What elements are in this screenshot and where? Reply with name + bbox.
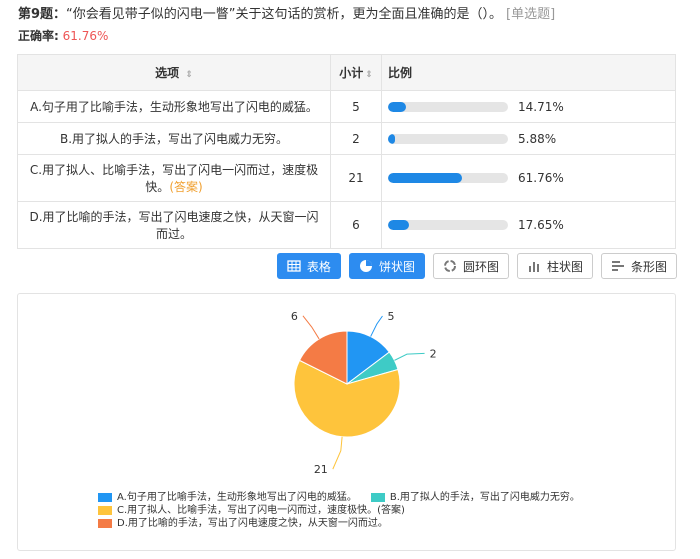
table-row: D.用了比喻的手法，写出了闪电速度之快，从天窗一闪而过。 6 17.65% — [17, 201, 676, 249]
ratio-bar — [388, 220, 508, 231]
legend-item[interactable]: C.用了拟人、比喻手法，写出了闪电一闪而过，速度极快。(答案) — [98, 504, 405, 517]
header-ratio: 比例 — [381, 54, 676, 91]
pie-data-label: 5 — [387, 310, 394, 323]
ratio-bar — [388, 173, 508, 184]
pie-chart-icon — [359, 260, 372, 272]
ratio-cell: 14.71% — [381, 90, 676, 123]
accuracy-value: 61.76% — [62, 29, 109, 43]
ratio-bar — [388, 101, 508, 112]
count-cell: 2 — [330, 122, 382, 155]
legend-swatch — [370, 493, 385, 502]
legend-swatch — [98, 506, 112, 515]
ratio-percent: 14.71% — [518, 99, 564, 114]
pie-chart: 5 2 21 6 — [291, 310, 437, 476]
column-chart-icon — [528, 262, 539, 272]
ratio-cell: 17.65% — [381, 201, 676, 249]
legend-item[interactable]: B.用了拟人的手法，写出了闪电威力无穷。 — [370, 491, 580, 504]
pie-label-line — [394, 352, 425, 361]
legend-item[interactable]: A.句子用了比喻手法，生动形象地写出了闪电的威猛。 — [98, 491, 357, 504]
pie-label-line — [332, 436, 343, 470]
pie-label-line — [302, 315, 320, 340]
answer-tag: (答案) — [169, 180, 203, 194]
ratio-bar-fill — [388, 173, 463, 184]
ratio-percent: 17.65% — [518, 218, 564, 233]
option-cell: D.用了比喻的手法，写出了闪电速度之快，从天窗一闪而过。 — [17, 201, 331, 249]
option-cell: B.用了拟人的手法，写出了闪电威力无穷。 — [17, 122, 331, 155]
table-view-button[interactable]: 表格 — [276, 253, 341, 279]
chart-legend: A.句子用了比喻手法，生动形象地写出了闪电的威猛。 B.用了拟人的手法，写出了闪… — [98, 491, 580, 530]
count-cell: 5 — [330, 90, 382, 123]
legend-swatch — [98, 519, 112, 528]
table-row: C.用了拟人、比喻手法，写出了闪电一闪而过，速度极快。(答案) 21 61.76… — [17, 154, 676, 202]
bar-view-button[interactable]: 条形图 — [600, 253, 677, 279]
ratio-bar-fill — [388, 220, 410, 231]
question-text: “你会看见带子似的闪电一瞥”关于这句话的赏析，更为全面且准确的是（）。 — [66, 7, 503, 22]
ratio-percent: 61.76% — [518, 171, 564, 186]
legend-swatch — [98, 493, 112, 502]
question-title: 第9题：“你会看见带子似的闪电一瞥”关于这句话的赏析，更为全面且准确的是（）。[… — [18, 3, 555, 22]
results-table: 选项 ⇕ 小计 ⇕ 比例 A.句子用了比喻手法，生动形象地写出了闪电的威猛。 5 … — [17, 54, 676, 249]
ratio-bar-fill — [388, 133, 396, 144]
header-option[interactable]: 选项 ⇕ — [17, 54, 331, 91]
ratio-bar-fill — [388, 101, 406, 112]
ring-view-button[interactable]: 圆环图 — [432, 253, 509, 279]
column-view-button[interactable]: 柱状图 — [516, 253, 593, 279]
table-row: A.句子用了比喻手法，生动形象地写出了闪电的威猛。 5 14.71% — [17, 90, 676, 123]
pie-data-label: 21 — [314, 463, 328, 476]
ratio-cell: 5.88% — [381, 122, 676, 155]
accuracy-line: 正确率: 61.76% — [18, 27, 108, 44]
ratio-percent: 5.88% — [518, 131, 557, 146]
ring-chart-icon — [443, 260, 456, 272]
table-row: B.用了拟人的手法，写出了闪电威力无穷。 2 5.88% — [17, 122, 676, 155]
ratio-bar — [388, 133, 508, 144]
accuracy-label: 正确率: — [18, 29, 59, 43]
question-number: 第9题： — [18, 7, 67, 22]
count-cell: 21 — [330, 154, 382, 202]
option-cell: C.用了拟人、比喻手法，写出了闪电一闪而过，速度极快。(答案) — [17, 154, 331, 202]
bar-chart-icon — [611, 261, 624, 271]
question-type-tag: [单选题] — [506, 7, 556, 22]
legend-item[interactable]: D.用了比喻的手法，写出了闪电速度之快，从天窗一闪而过。 — [98, 517, 388, 530]
pie-view-button[interactable]: 饼状图 — [348, 253, 425, 279]
header-count[interactable]: 小计 ⇕ — [330, 54, 382, 91]
option-cell: A.句子用了比喻手法，生动形象地写出了闪电的威猛。 — [17, 90, 331, 123]
pie-label-line — [370, 315, 383, 337]
count-cell: 6 — [330, 201, 382, 249]
pie-data-label: 6 — [291, 310, 298, 323]
table-icon — [287, 260, 301, 272]
pie-data-label: 2 — [430, 347, 437, 360]
chart-panel: 5 2 21 6 A.句子用了比喻手法，生动形象地写出了闪电的威猛。 B.用了拟人的手… — [17, 293, 676, 551]
sort-icon[interactable]: ⇕ — [365, 70, 373, 80]
sort-icon[interactable]: ⇕ — [185, 70, 193, 80]
ratio-cell: 61.76% — [381, 154, 676, 202]
view-toggle: 表格 饼状图 圆环图 柱状图 条形图 — [276, 253, 677, 279]
